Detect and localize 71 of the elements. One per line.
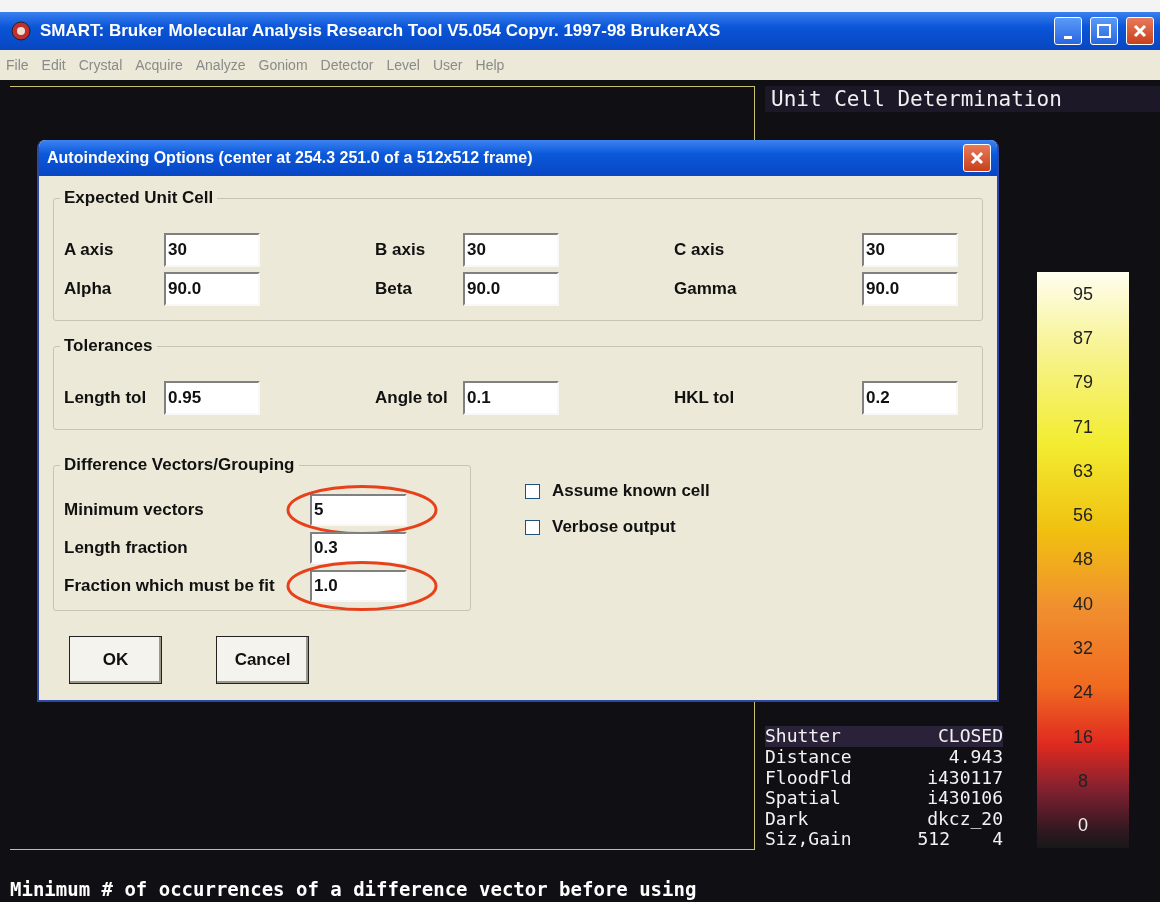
status-label: Shutter	[765, 726, 842, 748]
status-label: Siz,Gain	[765, 829, 853, 850]
field-label: Fraction which must be fit	[64, 576, 276, 596]
panel-title: Unit Cell Determination	[765, 86, 1160, 112]
close-icon	[970, 151, 984, 165]
status-value: i430117	[926, 767, 1003, 789]
group-title: Difference Vectors/Grouping	[60, 455, 299, 475]
field-label: Length tol	[64, 388, 148, 408]
status-message: Minimum # of occurrences of a difference vector before using	[10, 878, 697, 900]
scale-label: 71	[1073, 416, 1093, 438]
scale-label: 56	[1073, 505, 1093, 527]
maximize-icon	[1097, 24, 1111, 38]
status-value: i430106	[926, 788, 1003, 809]
input-field[interactable]: 5	[310, 494, 407, 526]
input-field[interactable]: 30	[862, 233, 958, 267]
minimize-button[interactable]	[1054, 17, 1082, 45]
status-label: Distance	[765, 747, 853, 768]
scale-label: 0	[1078, 815, 1088, 837]
status-label: Spatial	[765, 788, 842, 809]
window-title: SMART: Bruker Molecular Analysis Research Tool V5.054 Copyr. 1997-98 BrukerAXS	[40, 21, 722, 41]
scale-label: 87	[1073, 327, 1093, 349]
input-field[interactable]: 90.0	[164, 272, 260, 306]
field-label: Gamma	[674, 279, 738, 299]
input-field[interactable]: 90.0	[463, 272, 559, 306]
field-label: C axis	[674, 240, 726, 260]
scale-label: 79	[1073, 372, 1093, 394]
checkbox-label: Assume known cell	[552, 481, 710, 501]
dialog-button[interactable]: OK	[69, 636, 162, 684]
close-button[interactable]	[963, 144, 991, 172]
status-value: CLOSED	[936, 726, 1003, 748]
scale-label: 8	[1078, 770, 1088, 792]
scale-label: 32	[1073, 638, 1093, 659]
field-label: Length fraction	[64, 538, 189, 558]
close-button[interactable]	[1126, 17, 1154, 45]
status-value: dkcz_20	[926, 808, 1003, 830]
field-label: B axis	[375, 240, 427, 260]
dialog-button[interactable]: Cancel	[216, 636, 309, 684]
minimize-icon	[1064, 35, 1072, 39]
scale-label: 63	[1073, 460, 1093, 482]
input-field[interactable]: 1.0	[310, 570, 407, 602]
input-field[interactable]: 0.2	[862, 381, 958, 415]
status-label: Dark	[765, 808, 809, 830]
app-icon	[10, 21, 32, 41]
status-value: 4.943	[947, 747, 1003, 768]
field-label: Angle tol	[375, 388, 449, 408]
scale-label: 24	[1073, 682, 1093, 704]
field-label: A axis	[64, 240, 115, 260]
status-label: FloodFld	[765, 767, 853, 789]
input-field[interactable]: 0.3	[310, 532, 407, 564]
checkbox-label: Verbose output	[552, 517, 676, 537]
group-title: Expected Unit Cell	[60, 188, 218, 208]
input-field[interactable]: 30	[164, 233, 260, 267]
field-label: Alpha	[64, 279, 113, 299]
maximize-button[interactable]	[1090, 17, 1118, 45]
status-value: 4	[992, 829, 1003, 850]
close-icon	[1133, 24, 1147, 38]
scale-label: 40	[1073, 593, 1093, 615]
field-label: Minimum vectors	[64, 500, 205, 520]
field-label: Beta	[375, 279, 413, 299]
status-value: 512	[916, 829, 950, 850]
scale-label: 95	[1073, 283, 1093, 305]
scale-label: 48	[1073, 549, 1093, 571]
input-field[interactable]: 0.1	[463, 381, 559, 415]
scale-label: 16	[1073, 726, 1093, 748]
input-field[interactable]: 90.0	[862, 272, 958, 306]
checkbox[interactable]	[525, 483, 540, 499]
field-label: HKL tol	[674, 388, 736, 408]
input-field[interactable]: 30	[463, 233, 559, 267]
dialog-title: Autoindexing Options (center at 254.3 251.0 of a 512x512 frame)	[47, 149, 534, 167]
input-field[interactable]: 0.95	[164, 381, 260, 415]
checkbox[interactable]	[525, 519, 540, 535]
